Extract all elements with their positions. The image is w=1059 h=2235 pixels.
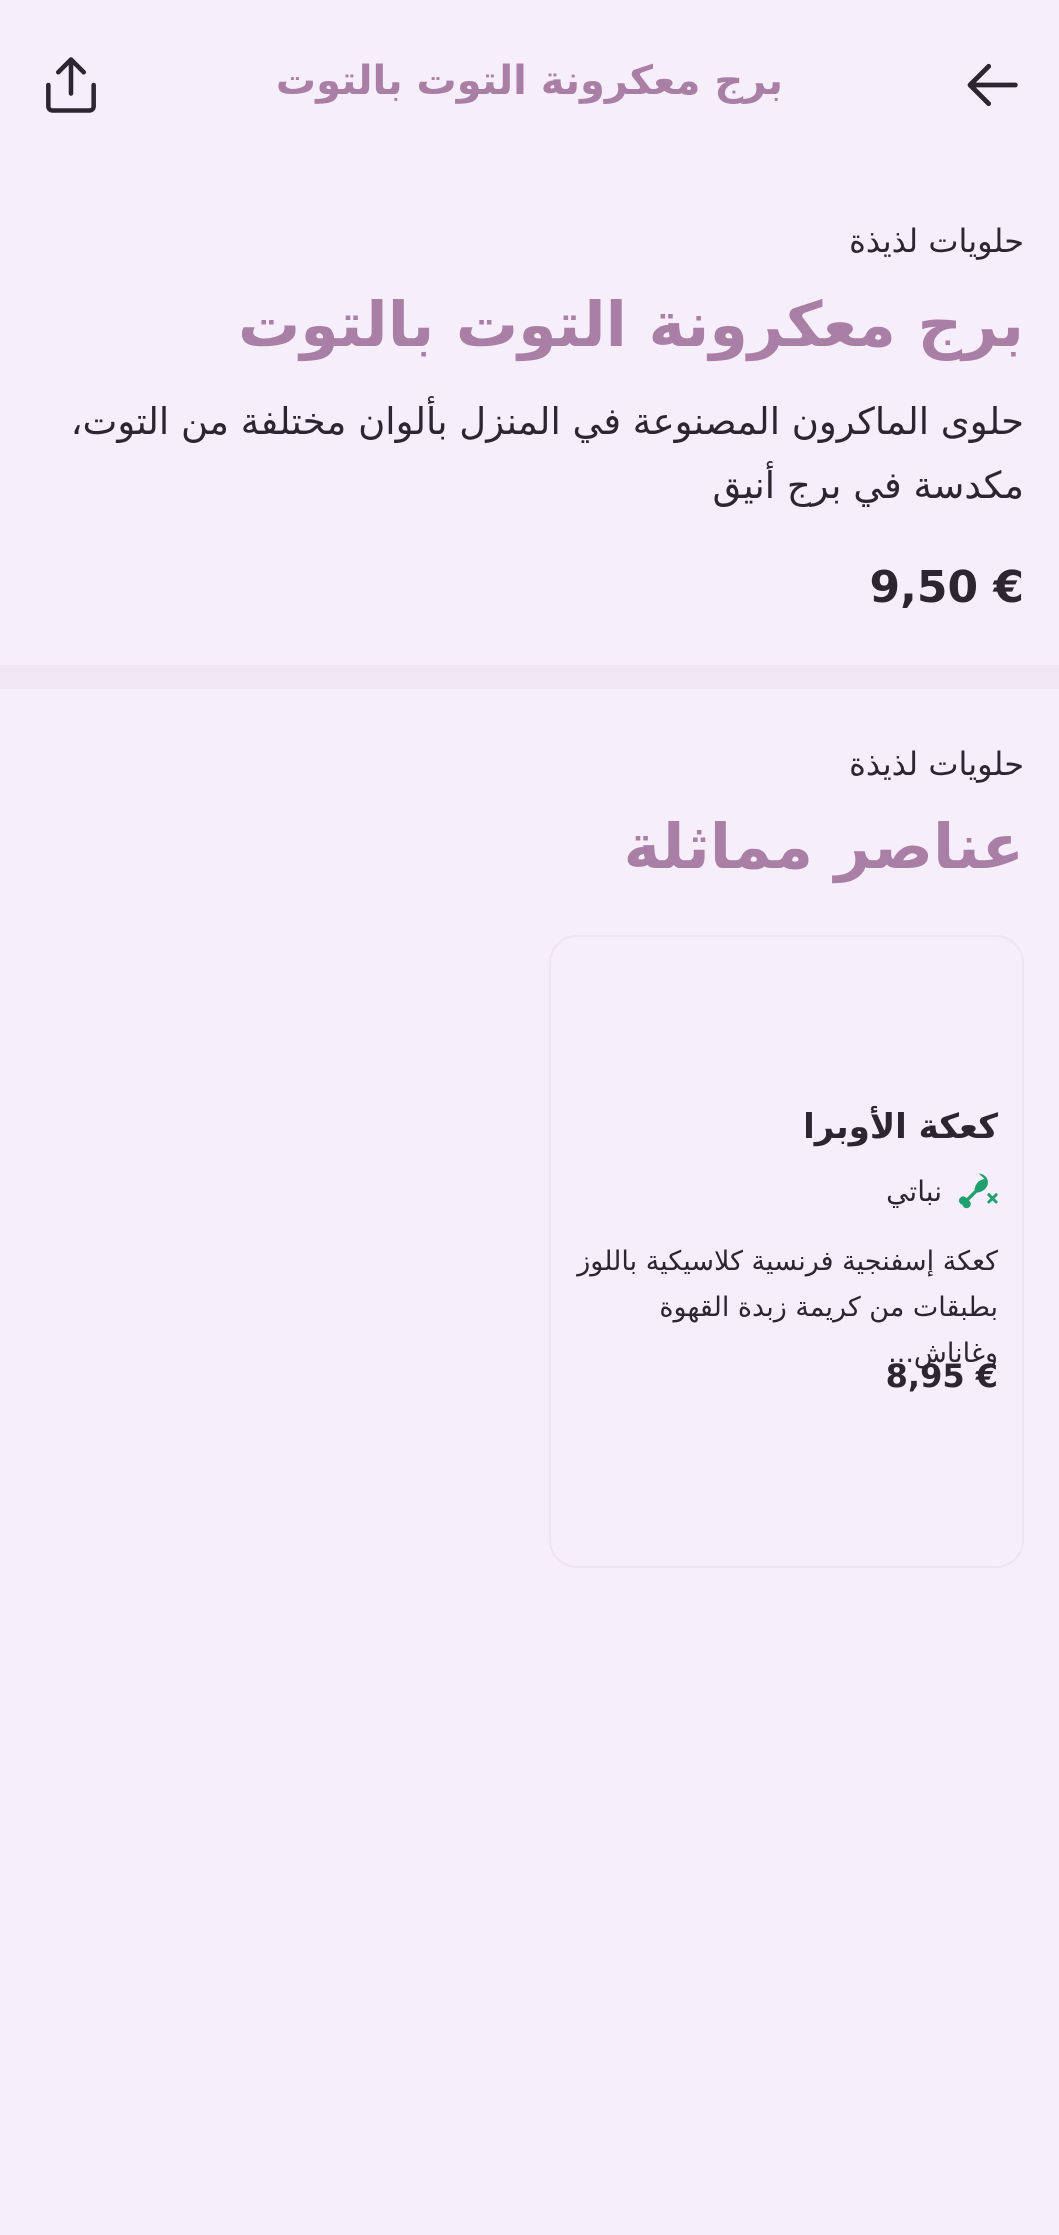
similar-item-card[interactable]: كعكة الأوبرا نباتي كعكة إسفنجية فرنسية ك… bbox=[549, 935, 1024, 1568]
product-price: 9,50 € bbox=[869, 562, 1025, 613]
top-app-bar: برج معكرونة التوت بالتوت bbox=[0, 0, 1059, 170]
share-button[interactable] bbox=[26, 40, 116, 130]
similar-category: حلويات لذيذة bbox=[849, 745, 1024, 783]
product-title: برج معكرونة التوت بالتوت bbox=[237, 288, 1024, 361]
dietary-tag: نباتي bbox=[886, 1169, 998, 1213]
section-divider bbox=[0, 665, 1059, 689]
drumstick-crossed-icon bbox=[959, 1173, 998, 1209]
product-category: حلويات لذيذة bbox=[849, 222, 1024, 260]
item-detail-screen: برج معكرونة التوت بالتوت حلويات لذيذة بر… bbox=[0, 0, 1059, 2235]
similar-items-title: عناصر مماثلة bbox=[623, 810, 1024, 883]
back-button[interactable] bbox=[949, 40, 1039, 130]
product-details: حلويات لذيذة برج معكرونة التوت بالتوت حل… bbox=[0, 170, 1059, 665]
share-icon bbox=[46, 57, 96, 113]
arrow-left-icon bbox=[967, 63, 1018, 107]
top-bar-title: برج معكرونة التوت بالتوت bbox=[275, 58, 784, 104]
similar-item-title: كعكة الأوبرا bbox=[803, 1107, 998, 1147]
dietary-tag-label: نباتي bbox=[886, 1174, 942, 1208]
similar-item-price: 8,95 € bbox=[885, 1357, 998, 1395]
product-description: حلوى الماكرون المصنوعة في المنزل بألوان … bbox=[70, 400, 1024, 507]
